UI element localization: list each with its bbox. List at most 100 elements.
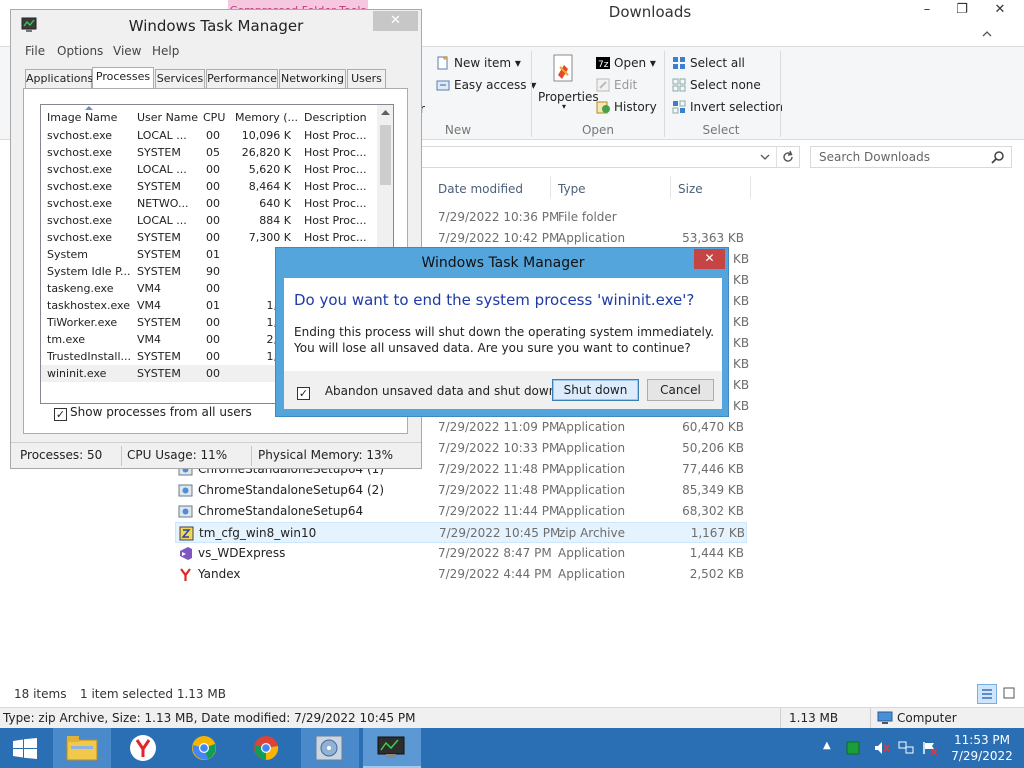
- select-none-label: Select none: [690, 78, 761, 92]
- partial-size: KB: [733, 315, 750, 329]
- show-all-checkbox-box[interactable]: ✓: [54, 408, 67, 421]
- taskbar-chrome-canary[interactable]: [177, 728, 235, 768]
- address-bar[interactable]: [420, 146, 800, 168]
- easy-access-button[interactable]: Easy access ▾: [436, 78, 536, 92]
- file-row[interactable]: vs_WDExpress 7/29/2022 8:47 PM Applicati…: [175, 543, 747, 564]
- file-row-selected[interactable]: tm_cfg_win8_win10 7/29/2022 10:45 PM zip…: [175, 522, 747, 543]
- properties-button[interactable]: Properties ▾: [538, 53, 599, 111]
- process-memory: 26,820 K: [241, 146, 291, 159]
- file-row[interactable]: ChromeStandaloneSetup64 7/29/2022 11:44 …: [175, 501, 747, 522]
- details-divider: [780, 708, 781, 728]
- collapse-ribbon-icon[interactable]: [982, 30, 992, 38]
- volume-muted-icon[interactable]: [874, 741, 890, 755]
- close-button[interactable]: ✕: [985, 0, 1015, 22]
- process-list-scroll-thumb[interactable]: [380, 125, 391, 185]
- process-row[interactable]: svchost.exe LOCAL ... 00 10,096 K Host Proc.…: [41, 127, 377, 144]
- menu-file[interactable]: File: [25, 44, 45, 58]
- file-date: 7/29/2022 10:45 PM: [439, 526, 561, 540]
- new-item-button[interactable]: New item ▾: [436, 56, 521, 70]
- cancel-button[interactable]: Cancel: [647, 379, 714, 401]
- clock-date: 7/29/2022: [951, 749, 1013, 763]
- new-item-icon: [437, 56, 448, 70]
- address-dropdown-icon[interactable]: [760, 154, 770, 161]
- process-user: SYSTEM: [137, 350, 181, 363]
- details-view-button[interactable]: [977, 684, 997, 704]
- process-row[interactable]: svchost.exe SYSTEM 00 7,300 K Host Proc...: [41, 229, 377, 246]
- start-button[interactable]: [0, 728, 50, 768]
- minimize-button[interactable]: –: [912, 0, 942, 22]
- partial-size-column: KB KB KB KB KB KB KB KB: [733, 249, 749, 417]
- show-all-processes-checkbox[interactable]: ✓ Show processes from all users: [54, 405, 252, 421]
- history-button[interactable]: History: [596, 100, 657, 114]
- tab-users[interactable]: Users: [347, 69, 386, 88]
- taskbar-chrome[interactable]: [239, 728, 297, 768]
- file-row[interactable]: ChromeStandaloneSetup64 (2) 7/29/2022 11…: [175, 480, 747, 501]
- action-center-icon[interactable]: [922, 741, 938, 755]
- process-row[interactable]: svchost.exe NETWO... 00 640 K Host Proc...: [41, 195, 377, 212]
- file-date: 7/29/2022 10:33 PM: [438, 441, 560, 455]
- invert-selection-label: Invert selection: [690, 100, 784, 114]
- col-cpu[interactable]: CPU: [203, 111, 225, 124]
- network-icon[interactable]: [898, 741, 914, 755]
- dialog-close-button[interactable]: ✕: [694, 249, 725, 269]
- large-icons-view-button[interactable]: [1000, 684, 1020, 704]
- process-row[interactable]: svchost.exe SYSTEM 05 26,820 K Host Proc...: [41, 144, 377, 161]
- column-date-modified[interactable]: Date modified: [438, 182, 523, 196]
- file-row[interactable]: Yandex 7/29/2022 4:44 PM Application 2,5…: [175, 564, 747, 585]
- refresh-icon[interactable]: [781, 150, 795, 164]
- task-manager-icon: [377, 736, 405, 758]
- search-input[interactable]: Search Downloads: [810, 146, 1012, 168]
- file-type: Application: [558, 441, 626, 455]
- col-memory[interactable]: Memory (...: [235, 111, 298, 124]
- column-size[interactable]: Size: [678, 182, 703, 196]
- tray-chevron-icon[interactable]: ▲: [823, 740, 831, 751]
- maximize-button[interactable]: ❐: [947, 0, 977, 22]
- edit-button[interactable]: Edit: [596, 78, 637, 92]
- tab-networking[interactable]: Networking: [279, 69, 346, 88]
- file-type: Application: [558, 462, 626, 476]
- menu-help[interactable]: Help: [152, 44, 179, 58]
- col-description[interactable]: Description: [304, 111, 367, 124]
- invert-selection-button[interactable]: Invert selection: [672, 100, 783, 114]
- tab-applications[interactable]: Applications: [25, 69, 93, 88]
- tab-processes[interactable]: Processes: [92, 67, 154, 89]
- process-cpu: 00: [206, 129, 220, 142]
- search-icon[interactable]: [991, 150, 1005, 164]
- taskbar-task-manager[interactable]: [363, 728, 421, 768]
- abandon-data-checkbox-box[interactable]: ✓: [297, 387, 310, 400]
- taskbar-yandex[interactable]: [115, 728, 173, 768]
- col-user-name[interactable]: User Name: [137, 111, 198, 124]
- menu-view[interactable]: View: [113, 44, 141, 58]
- task-manager-titlebar: Windows Task Manager ✕: [11, 10, 421, 40]
- select-none-button[interactable]: Select none: [672, 78, 761, 92]
- process-cpu: 00: [206, 180, 220, 193]
- tab-performance[interactable]: Performance: [206, 69, 278, 88]
- menu-options[interactable]: Options: [57, 44, 103, 58]
- select-all-button[interactable]: Select all: [672, 56, 745, 70]
- col-image-name[interactable]: Image Name: [47, 111, 117, 124]
- scroll-up-icon[interactable]: [381, 109, 390, 115]
- process-row[interactable]: svchost.exe LOCAL ... 00 5,620 K Host Proc..…: [41, 161, 377, 178]
- process-name: svchost.exe: [47, 180, 113, 193]
- shut-down-button[interactable]: Shut down: [552, 379, 639, 401]
- process-description: Host Proc...: [304, 197, 367, 210]
- partial-size: KB: [733, 378, 750, 392]
- easy-access-icon: [436, 80, 450, 91]
- taskbar-media[interactable]: [301, 728, 359, 768]
- taskbar-file-explorer[interactable]: [53, 728, 111, 768]
- abandon-data-checkbox[interactable]: ✓ Abandon unsaved data and shut down.: [297, 384, 560, 400]
- file-date: 7/29/2022 11:48 PM: [438, 462, 560, 476]
- file-date: 7/29/2022 11:44 PM: [438, 504, 560, 518]
- open-button[interactable]: 7z Open ▾: [596, 56, 656, 70]
- process-memory: 10,096 K: [241, 129, 291, 142]
- process-row[interactable]: svchost.exe LOCAL ... 00 884 K Host Proc...: [41, 212, 377, 229]
- process-cpu: 90: [206, 265, 220, 278]
- column-type[interactable]: Type: [558, 182, 586, 196]
- task-manager-close-button[interactable]: ✕: [373, 11, 418, 31]
- end-process-dialog: Windows Task Manager ✕ Do you want to en…: [275, 247, 729, 417]
- process-row[interactable]: svchost.exe SYSTEM 00 8,464 K Host Proc...: [41, 178, 377, 195]
- clock[interactable]: 11:53 PM 7/29/2022: [948, 732, 1016, 764]
- tray-green-app-icon[interactable]: [846, 741, 860, 755]
- select-all-icon: [673, 57, 685, 69]
- tab-services[interactable]: Services: [155, 69, 205, 88]
